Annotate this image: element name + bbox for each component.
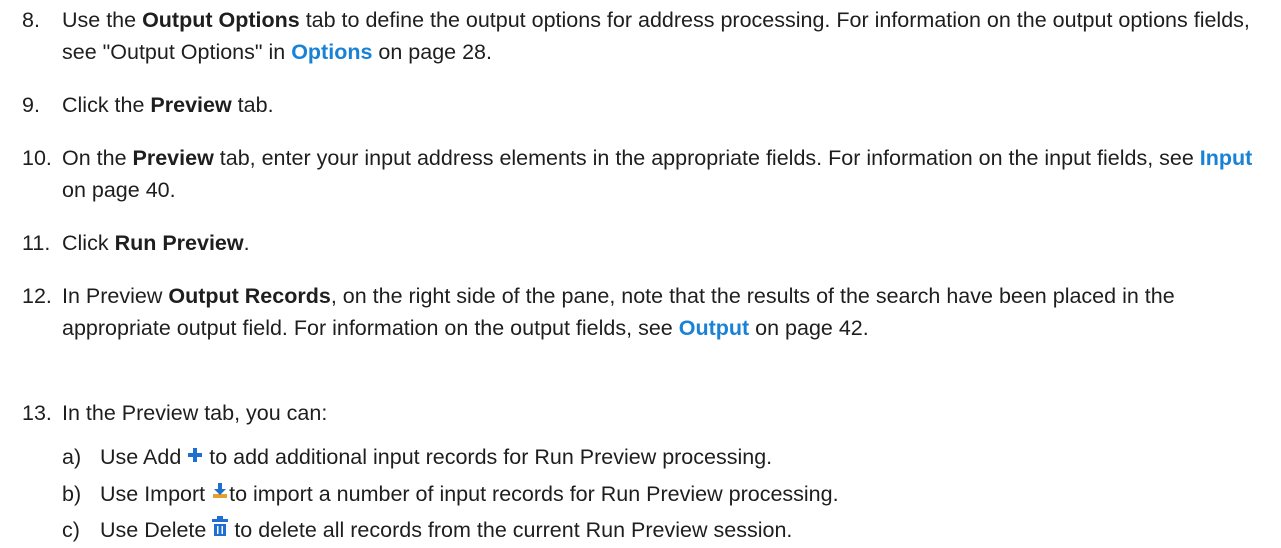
- step-text: Click Run Preview.: [62, 231, 250, 255]
- options-link[interactable]: Options: [291, 40, 372, 64]
- substep-text: Use Add to add additional input records …: [100, 441, 1275, 474]
- substep-letter: b): [62, 482, 82, 506]
- trash-icon: [212, 513, 229, 545]
- ui-term: Preview: [132, 146, 214, 170]
- import-icon: [211, 477, 229, 509]
- substep-letter: c): [62, 518, 80, 542]
- step-number: 13.: [22, 401, 52, 425]
- output-link[interactable]: Output: [679, 316, 749, 340]
- step-number: 12.: [22, 284, 52, 308]
- step-text: Click the Preview tab.: [62, 93, 274, 117]
- ui-term: Output Options: [142, 8, 300, 32]
- step-text: On the Preview tab, enter your input add…: [62, 146, 1253, 202]
- substep-text: Use Delete to delete all records from th…: [100, 514, 1275, 547]
- substep-letter: a): [62, 445, 82, 469]
- step-text: Use the Output Options tab to define the…: [62, 8, 1250, 64]
- ui-term: Run Preview: [114, 231, 244, 255]
- input-link[interactable]: Input: [1200, 146, 1253, 170]
- step-number: 11.: [22, 231, 51, 255]
- step-number: 10.: [22, 146, 52, 170]
- document-page: 8. Use the Output Options tab to define …: [0, 0, 1281, 548]
- step-text: In Preview Output Records, on the right …: [62, 284, 1175, 340]
- step-number: 9.: [22, 93, 40, 117]
- ui-term: Preview: [150, 93, 232, 117]
- ui-term: Output Records: [168, 284, 331, 308]
- step-number: 8.: [22, 8, 40, 32]
- step-text: In the Preview tab, you can:: [62, 401, 328, 425]
- substep-text: Use Import to import a number of input r…: [100, 478, 1275, 511]
- plus-icon: [187, 440, 203, 472]
